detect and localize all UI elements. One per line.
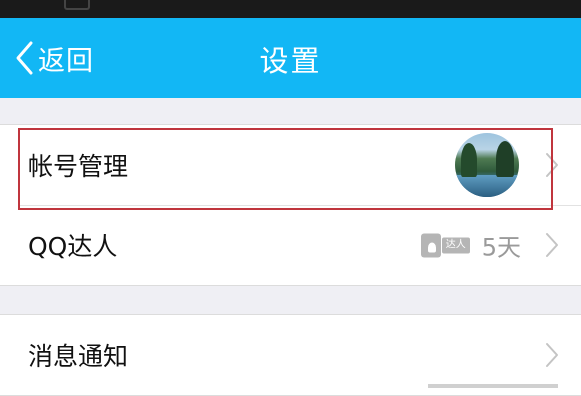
chevron-right-icon (545, 152, 559, 178)
scroll-indicator (428, 384, 558, 388)
status-indicator (64, 0, 90, 10)
settings-group-account: 帐号管理 QQ达人 达人 5天 (0, 124, 581, 286)
talent-status: 达人 5天 (420, 228, 521, 263)
nav-bar: 返回 设置 (0, 18, 581, 98)
settings-item-message-notification[interactable]: 消息通知 (0, 315, 581, 395)
talent-tag: 达人 (441, 237, 470, 253)
settings-item-account-management[interactable]: 帐号管理 (0, 125, 581, 205)
page-title: 设置 (259, 44, 322, 78)
settings-item-label: QQ达人 (28, 232, 118, 261)
chevron-right-icon (545, 342, 559, 368)
qq-talent-icon (420, 233, 441, 257)
talent-badge: 达人 (420, 233, 470, 257)
settings-item-label: 帐号管理 (28, 152, 129, 181)
talent-days: 5天 (481, 233, 521, 262)
settings-item-qq-talent[interactable]: QQ达人 达人 5天 (0, 205, 581, 285)
chevron-right-icon (545, 232, 559, 258)
avatar (455, 133, 519, 197)
status-bar (0, 0, 581, 18)
settings-item-label: 消息通知 (28, 342, 129, 371)
